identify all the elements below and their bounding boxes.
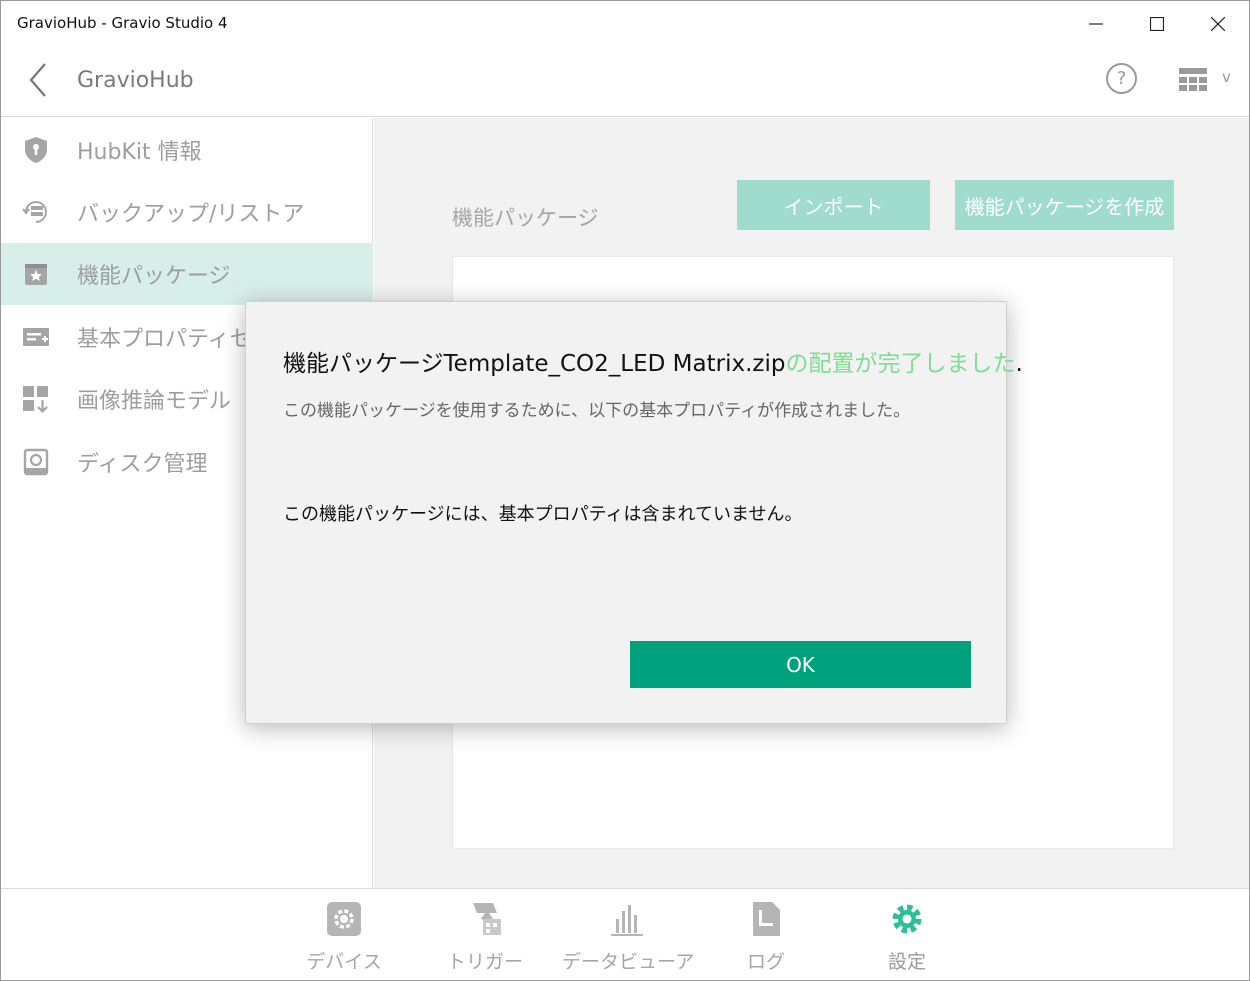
nav-label: 設定	[887, 951, 926, 973]
sidebar-item-function-packages[interactable]: 機能パッケージ	[1, 243, 373, 305]
nav-label: データビューア	[562, 951, 695, 973]
package-icon	[25, 264, 47, 285]
sidebar-item-hubkit-info[interactable]: HubKit 情報	[1, 119, 373, 181]
section-title: 機能パッケージ	[452, 206, 599, 230]
log-icon	[753, 902, 780, 936]
back-button[interactable]	[23, 61, 57, 99]
dialog-heading-period: .	[1015, 351, 1023, 377]
shield-icon	[25, 137, 47, 163]
disk-icon	[23, 448, 49, 476]
page-title: GravioHub	[77, 68, 194, 93]
sidebar-item-label: HubKit 情報	[77, 140, 202, 165]
chevron-left-icon	[29, 63, 46, 97]
help-icon: ?	[1116, 68, 1127, 89]
property-icon	[23, 328, 49, 346]
nav-item-devices[interactable]: デバイス	[279, 889, 409, 980]
chevron-down-icon: v	[1222, 68, 1231, 86]
sidebar-item-label: ディスク管理	[77, 452, 208, 477]
close-icon	[1211, 17, 1225, 31]
nav-label: トリガー	[446, 951, 523, 973]
maximize-button[interactable]	[1127, 1, 1187, 47]
page-header: GravioHub ? v	[1, 47, 1249, 117]
ok-button[interactable]: OK	[630, 641, 971, 688]
dialog-heading-filename: 機能パッケージTemplate_CO2_LED Matrix.zip	[283, 351, 786, 377]
dialog-note: この機能パッケージには、基本プロパティは含まれていません。	[283, 504, 803, 525]
create-package-button[interactable]: 機能パッケージを作成	[955, 180, 1174, 230]
minimize-button[interactable]	[1066, 1, 1126, 47]
dialog-subtext: この機能パッケージを使用するために、以下の基本プロパティが作成されました。	[283, 401, 911, 421]
title-bar: GravioHub - Gravio Studio 4	[1, 1, 1249, 47]
maximize-icon	[1150, 17, 1164, 31]
nav-label: ログ	[746, 951, 785, 973]
deploy-complete-dialog: 機能パッケージTemplate_CO2_LED Matrix.zipの配置が完了…	[245, 301, 1023, 724]
sidebar-item-backup-restore[interactable]: バックアップ/リストア	[1, 181, 373, 243]
sidebar-item-label: 画像推論モデル	[77, 389, 232, 414]
help-button[interactable]: ?	[1106, 63, 1137, 94]
import-button[interactable]: インポート	[737, 180, 930, 230]
backup-icon	[22, 201, 47, 223]
app-window: GravioHub - Gravio Studio 4 GravioHub ?	[0, 0, 1250, 981]
dialog-heading-status: の配置が完了しました	[785, 351, 1016, 377]
bottom-nav: デバイス トリガー データビューア ログ 設定	[1, 888, 1249, 980]
nav-item-settings[interactable]: 設定	[842, 889, 972, 980]
settings-icon	[892, 904, 922, 934]
sidebar-item-label: 機能パッケージ	[77, 264, 231, 289]
window-title: GravioHub - Gravio Studio 4	[17, 14, 228, 32]
nav-item-log[interactable]: ログ	[701, 889, 831, 980]
chart-icon	[611, 905, 643, 936]
model-icon	[23, 386, 48, 414]
dialog-heading: 機能パッケージTemplate_CO2_LED Matrix.zipの配置が完了…	[283, 344, 1023, 378]
nav-item-triggers[interactable]: トリガー	[420, 889, 550, 980]
nav-label: デバイス	[306, 951, 382, 973]
nav-item-data-viewer[interactable]: データビューア	[562, 889, 695, 980]
minimize-icon	[1089, 23, 1103, 25]
layout-menu-button[interactable]: v	[1177, 67, 1235, 93]
close-button[interactable]	[1188, 1, 1248, 47]
sidebar-item-label: バックアップ/リストア	[77, 202, 305, 227]
device-gear-icon	[327, 902, 361, 936]
trigger-icon	[473, 903, 501, 935]
